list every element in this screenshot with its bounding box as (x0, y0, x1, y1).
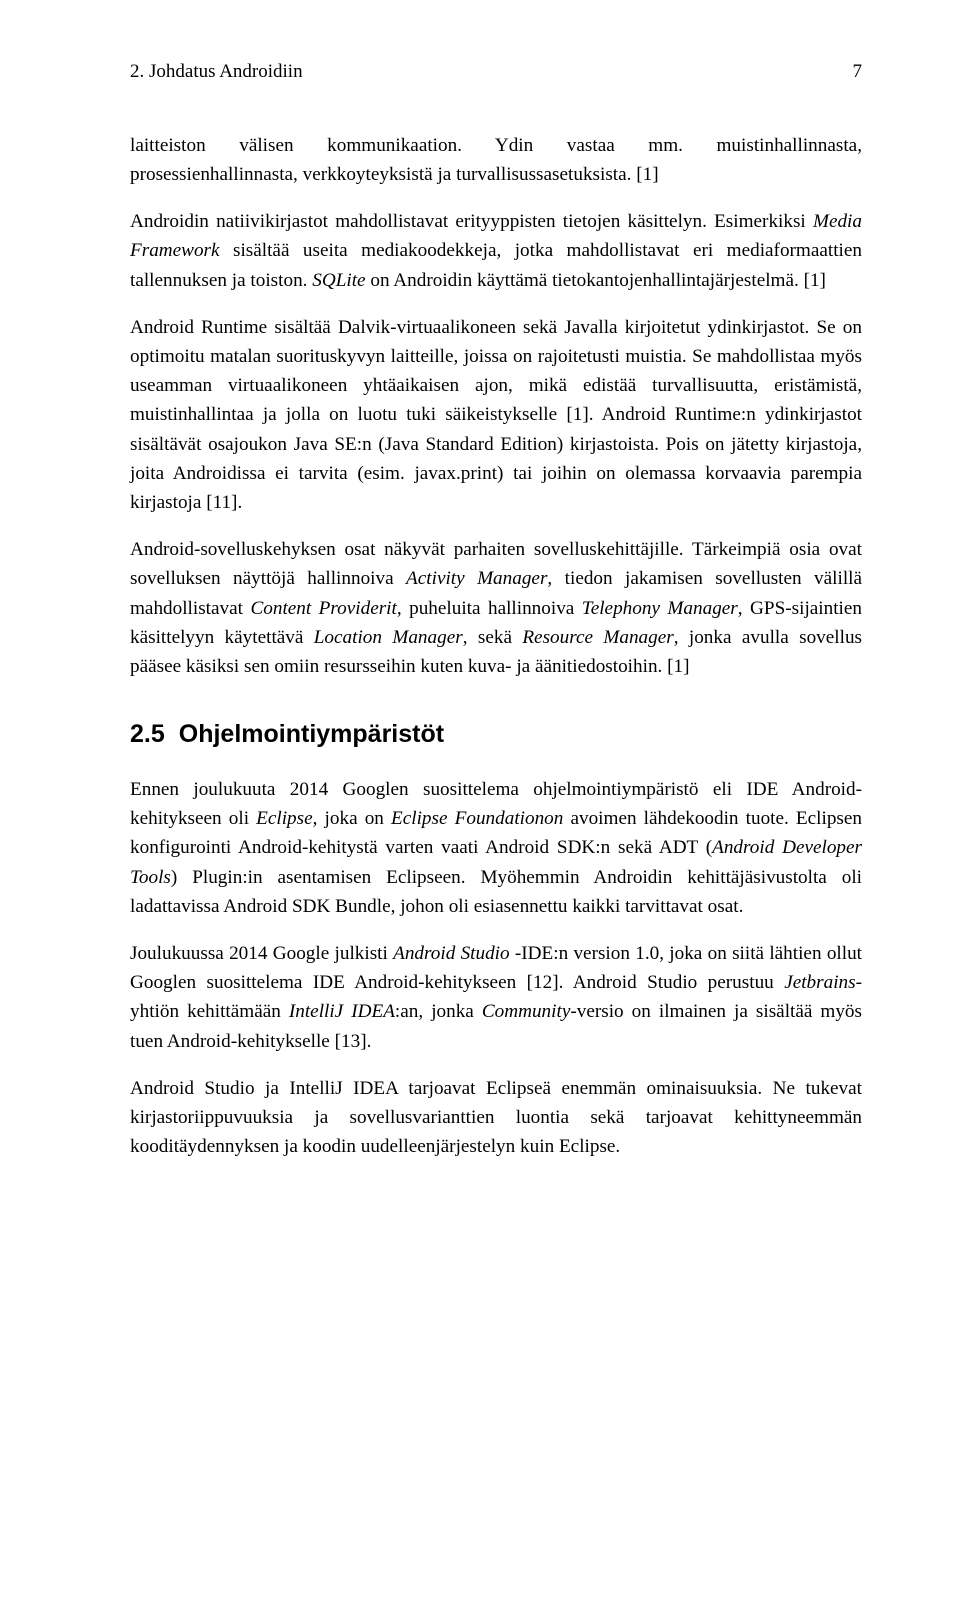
term-resource-manager: Resource Manager (522, 627, 673, 648)
term-location-manager: Location Manager (314, 627, 463, 648)
term-activity-manager: Activity Manager (406, 568, 547, 589)
term-eclipse: Eclipse (256, 808, 312, 829)
term-jetbrains: Jetbrains (784, 972, 855, 993)
section-title: Ohjelmointiympäristöt (179, 720, 444, 748)
paragraph-5: Ennen joulukuuta 2014 Googlen suosittele… (130, 775, 862, 921)
term-android-studio: Android Studio (393, 943, 510, 964)
chapter-label: 2. Johdatus Androidiin (130, 58, 303, 87)
page-number: 7 (853, 58, 863, 87)
paragraph-3: Android Runtime sisältää Dalvik-virtuaal… (130, 313, 862, 517)
paragraph-6: Joulukuussa 2014 Google julkisti Android… (130, 939, 862, 1056)
term-sqlite: SQLite (312, 270, 365, 291)
paragraph-4: Android-sovelluskehyksen osat näkyvät pa… (130, 535, 862, 681)
text: , puheluita hallinnoiva (397, 598, 582, 619)
page: 2. Johdatus Androidiin 7 laitteiston väl… (0, 0, 960, 1610)
section-heading: 2.5 Ohjelmointiympäristöt (130, 715, 862, 753)
text: on Androidin käyttämä tietokantojenhalli… (366, 270, 826, 291)
running-head: 2. Johdatus Androidiin 7 (130, 58, 862, 87)
term-telephony-manager: Telephony Manager (582, 598, 738, 619)
paragraph-1: laitteiston välisen kommunikaation. Ydin… (130, 131, 862, 189)
text: ) Plugin:in asentamisen Eclipseen. Myöhe… (130, 867, 862, 917)
term-content-providers: Content Providerit (250, 598, 396, 619)
text: Joulukuussa 2014 Google julkisti (130, 943, 393, 964)
paragraph-7: Android Studio ja IntelliJ IDEA tarjoava… (130, 1074, 862, 1162)
text: Androidin natiivikirjastot mahdollistava… (130, 211, 813, 232)
paragraph-2: Androidin natiivikirjastot mahdollistava… (130, 207, 862, 295)
term-intellij: IntelliJ IDEA (289, 1001, 395, 1022)
term-community: Community (482, 1001, 570, 1022)
text: , joka on (313, 808, 391, 829)
text: :an, jonka (395, 1001, 482, 1022)
text: , sekä (463, 627, 523, 648)
term-eclipse-foundation: Eclipse Foundationon (391, 808, 563, 829)
section-number: 2.5 (130, 720, 165, 748)
